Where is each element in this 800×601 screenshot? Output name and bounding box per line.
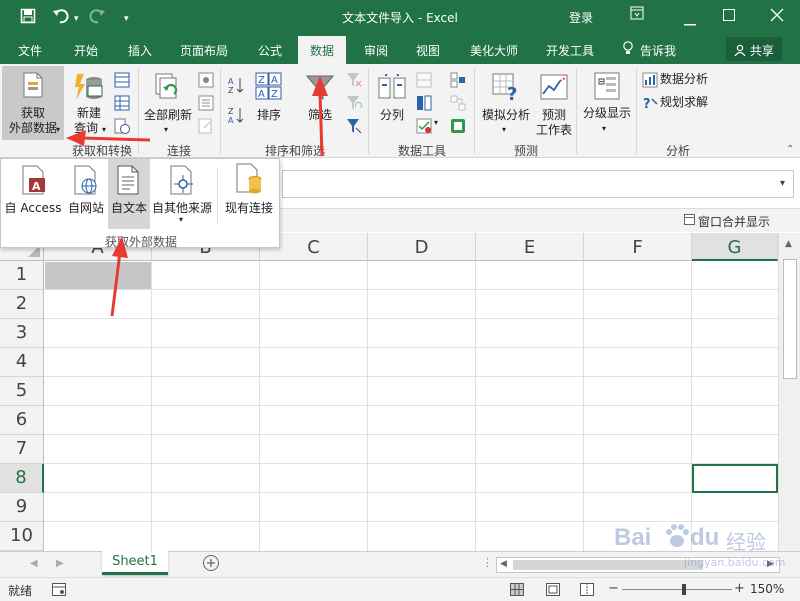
arrow-up-icon [318,91,324,157]
arrow-left-icon [81,136,151,142]
excel-window: ▾ ▾ 文本文件导入 - Excel 登录 文件 开始 插入 页面布局 公式 数… [0,0,800,601]
arrow-up-icon-2 [110,251,122,317]
annotation-arrows [66,76,328,317]
